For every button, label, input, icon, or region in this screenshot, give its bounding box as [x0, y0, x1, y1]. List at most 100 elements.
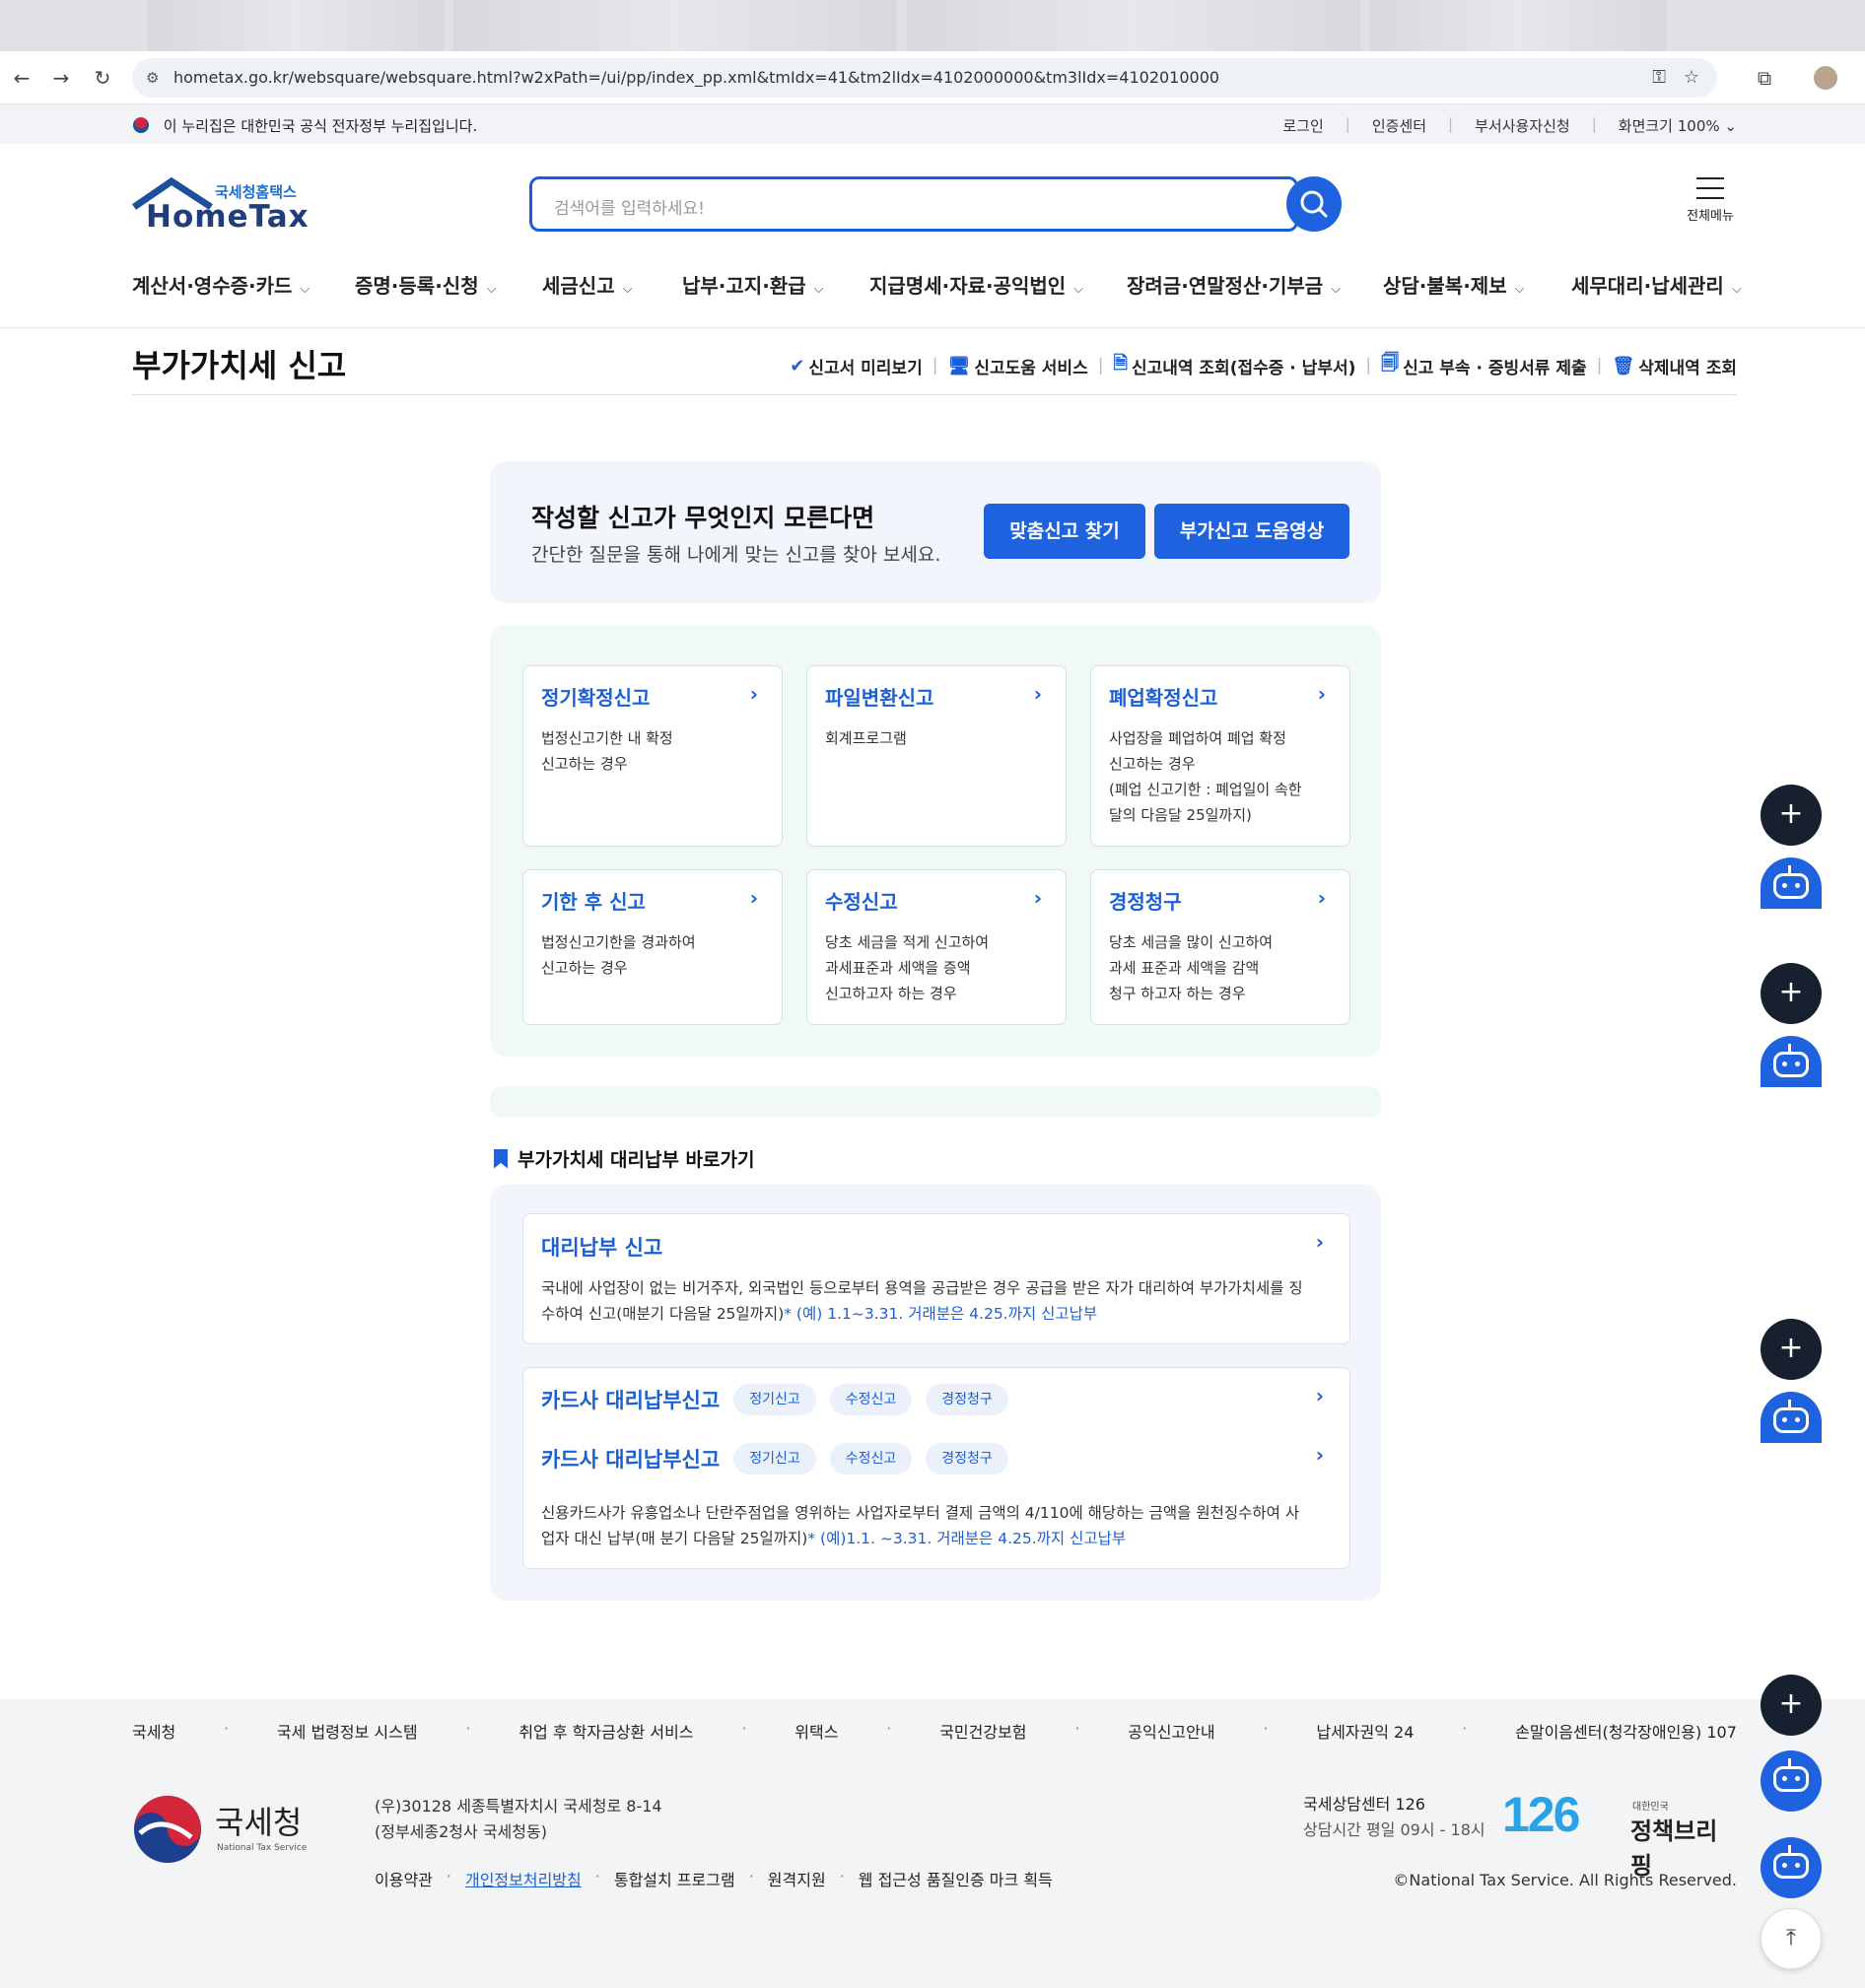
chip-regular[interactable]: 정기신고: [733, 1443, 816, 1474]
card-refund-claim[interactable]: 경정청구 › 당초 세금을 많이 신고하여 과세 표준과 세액을 감액 청구 하…: [1090, 869, 1350, 1025]
chatbot-button[interactable]: [1761, 857, 1822, 909]
separator: ·: [1263, 1719, 1269, 1738]
preview-link[interactable]: ✔ 신고서 미리보기: [790, 354, 923, 378]
search-input[interactable]: 검색어를 입력하세요!: [529, 176, 1298, 232]
all-menu-button[interactable]: 전체메뉴: [1676, 175, 1745, 235]
footer-link[interactable]: 납세자권익 24: [1316, 1719, 1414, 1743]
card-closure-filing[interactable]: 폐업확정신고 › 사업장을 폐업하여 폐업 확정 신고하는 경우 (폐업 신고기…: [1090, 665, 1350, 847]
address: (우)30128 세종특별자치시 국세청로 8-14 (정부세종2청사 국세청동…: [375, 1794, 662, 1845]
separator: |: [932, 356, 938, 376]
card-amended-filing[interactable]: 수정신고 › 당초 세금을 적게 신고하여 과세표준과 세액을 증액 신고하고자…: [806, 869, 1067, 1025]
separator: ·: [741, 1719, 747, 1738]
url-text[interactable]: hometax.go.kr/websquare/websquare.html?w…: [173, 68, 1219, 87]
separator: ·: [446, 1867, 451, 1885]
install-link[interactable]: 통합설치 프로그램: [614, 1867, 735, 1890]
nav-item-tax-filing[interactable]: 세금신고 ⌵: [542, 270, 632, 299]
fab-plus-button[interactable]: +: [1761, 785, 1822, 846]
chevron-right-icon[interactable]: ›: [1316, 1443, 1324, 1467]
link-label: 신고 부속 · 증빙서류 제출: [1403, 358, 1587, 378]
remote-support-link[interactable]: 원격지원: [768, 1867, 826, 1890]
chevron-right-icon: ›: [749, 682, 758, 706]
search-button[interactable]: [1286, 176, 1342, 232]
footer-link[interactable]: 국민건강보험: [939, 1719, 1026, 1743]
profile-avatar[interactable]: [1814, 66, 1837, 90]
nav-item-consult[interactable]: 상담·불복·제보 ⌵: [1383, 270, 1524, 299]
chatbot-button[interactable]: [1761, 1036, 1822, 1087]
card-proxy-filing[interactable]: 대리납부 신고 › 국내에 사업장이 없는 비거주자, 외국법인 등으로부터 용…: [522, 1213, 1350, 1344]
chevron-right-icon: ›: [1317, 886, 1326, 910]
reload-icon[interactable]: ↻: [91, 66, 114, 90]
nav-item-invoice[interactable]: 계산서·영수증·카드 ⌵: [132, 270, 310, 299]
custom-filing-button[interactable]: 맞춤신고 찾기: [984, 504, 1145, 559]
hometax-logo[interactable]: 국세청홈택스 HomeTax: [132, 176, 310, 237]
blurred-tab[interactable]: [907, 0, 1360, 51]
dept-user-link[interactable]: 부서사용자신청: [1475, 115, 1570, 136]
empty-panel-strip: [490, 1086, 1381, 1118]
chatbot-antenna: [1788, 1845, 1794, 1853]
privacy-link[interactable]: 개인정보처리방침: [465, 1867, 582, 1890]
fab-plus-button[interactable]: +: [1761, 1319, 1822, 1380]
password-key-icon[interactable]: ⚿: [1652, 67, 1666, 88]
footer-link[interactable]: 국세 법령정보 시스템: [277, 1719, 418, 1743]
chip-amended[interactable]: 수정신고: [829, 1443, 913, 1474]
chip-amended[interactable]: 수정신고: [829, 1384, 913, 1415]
chip-refund[interactable]: 경정청구: [926, 1443, 1008, 1474]
cert-center-link[interactable]: 인증센터: [1372, 115, 1426, 136]
link-label: 신고도움 서비스: [974, 358, 1088, 378]
accessibility-link[interactable]: 웹 접근성 품질인증 마크 획득: [859, 1867, 1053, 1890]
nav-item-agent[interactable]: 세무대리·납세관리 ⌵: [1571, 270, 1742, 299]
card-late-filing[interactable]: 기한 후 신고 › 법정신고기한을 경과하여 신고하는 경우: [522, 869, 783, 1025]
policy-briefing-logo[interactable]: 대한민국 정책브리핑: [1630, 1798, 1737, 1880]
back-icon[interactable]: ←: [10, 66, 34, 90]
footer-link[interactable]: 공익신고안내: [1128, 1719, 1214, 1743]
chip-refund[interactable]: 경정청구: [926, 1384, 1008, 1415]
history-link[interactable]: 🗎 신고내역 조회(접수증 · 납부서): [1113, 351, 1355, 380]
terms-link[interactable]: 이용약관: [375, 1867, 433, 1890]
help-video-button[interactable]: 부가신고 도움영상: [1154, 504, 1349, 559]
card-title: 정기확정신고: [541, 686, 651, 710]
site-info-icon[interactable]: ⚙: [146, 69, 159, 87]
blurred-tab[interactable]: [1370, 0, 1666, 51]
card-regular-filing[interactable]: 정기확정신고 › 법정신고기한 내 확정 신고하는 경우: [522, 665, 783, 847]
chatbot-antenna: [1788, 865, 1794, 873]
nav-item-incentive[interactable]: 장려금·연말정산·기부금 ⌵: [1127, 270, 1341, 299]
blurred-tab[interactable]: [453, 0, 897, 51]
login-link[interactable]: 로그인: [1282, 115, 1323, 136]
card-file-convert[interactable]: 파일변환신고 › 회계프로그램: [806, 665, 1067, 847]
chevron-down-icon: ⌵: [1731, 282, 1742, 297]
footer-link[interactable]: 위택스: [794, 1719, 838, 1743]
fab-plus-button[interactable]: +: [1761, 1675, 1822, 1736]
footer-link[interactable]: 손말이음센터(청각장애인용) 107: [1515, 1719, 1737, 1743]
footer-link[interactable]: 국세청: [132, 1719, 175, 1743]
nav-item-payment[interactable]: 납부·고지·환급 ⌵: [682, 270, 823, 299]
deleted-history-link[interactable]: 🗑 삭제내역 조회: [1612, 354, 1737, 378]
nts-logo[interactable]: 국세청 National Tax Service: [132, 1792, 329, 1867]
attachment-link[interactable]: 🗐 신고 부속 · 증빙서류 제출: [1381, 351, 1587, 380]
chatbot-button[interactable]: [1761, 1392, 1822, 1443]
nav-item-certificate[interactable]: 증명·등록·신청 ⌵: [355, 270, 496, 299]
chevron-down-icon: ⌵: [622, 282, 633, 297]
zoom-select[interactable]: 화면크기 100% ⌄: [1619, 115, 1737, 136]
proxy-row-1[interactable]: 카드사 대리납부신고 정기신고 수정신고 경정청구: [541, 1384, 1008, 1415]
footer-link[interactable]: 취업 후 학자금상환 서비스: [518, 1719, 693, 1743]
bookmark-star-icon[interactable]: ☆: [1684, 67, 1699, 88]
scroll-top-button[interactable]: ⤒: [1761, 1908, 1822, 1969]
card-desc: 당초 세금을 적게 신고하여 과세표준과 세액을 증액 신고하고자 하는 경우: [825, 933, 990, 1002]
chatbot-icon: [1773, 1052, 1809, 1077]
separator: |: [1365, 356, 1372, 376]
nav-item-statements[interactable]: 지급명세·자료·공익법인 ⌵: [869, 270, 1083, 299]
chatbot-button[interactable]: [1761, 1750, 1822, 1812]
proxy-row-2[interactable]: 카드사 대리납부신고 정기신고 수정신고 경정청구: [541, 1443, 1008, 1474]
call-126-badge[interactable]: 126: [1502, 1787, 1595, 1842]
extensions-icon[interactable]: ⧉: [1753, 66, 1776, 90]
chip-regular[interactable]: 정기신고: [733, 1384, 816, 1415]
address-bar[interactable]: ⚙ hometax.go.kr/websquare/websquare.html…: [132, 58, 1717, 98]
forward-icon[interactable]: →: [49, 66, 73, 90]
fab-plus-button[interactable]: +: [1761, 963, 1822, 1024]
chevron-right-icon[interactable]: ›: [1316, 1384, 1324, 1407]
card-title: 수정신고: [825, 890, 898, 914]
chatbot-button[interactable]: [1761, 1837, 1822, 1898]
blurred-tab[interactable]: [148, 0, 444, 51]
help-service-link[interactable]: 🖥 신고도움 서비스: [947, 354, 1087, 378]
footer: 국세청 · 국세 법령정보 시스템 · 취업 후 학자금상환 서비스 · 위택스 · 국…: [0, 1699, 1865, 1988]
